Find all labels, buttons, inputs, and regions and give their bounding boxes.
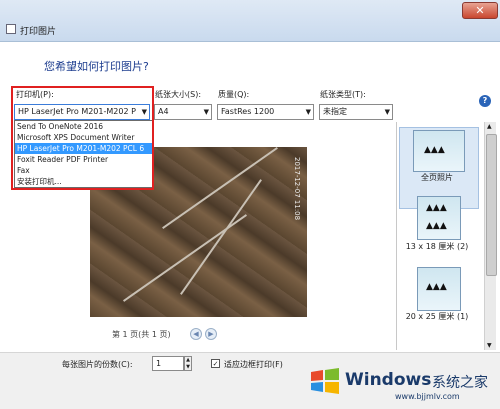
copies-stepper[interactable]: ▲ ▼	[184, 356, 192, 371]
watermark-brand: Windows	[345, 370, 432, 390]
prev-page-button[interactable]: ◀	[190, 328, 202, 340]
paper-size-select[interactable]: A4 ▼	[154, 104, 212, 120]
window-title: 打印图片	[20, 27, 57, 37]
close-button[interactable]: ✕	[462, 2, 498, 19]
watermark-url: www.bjjmlv.com	[395, 392, 460, 401]
paper-type-label: 纸张类型(T):	[320, 90, 366, 99]
thumbnail-label: 20 x 25 厘米 (1)	[405, 312, 469, 321]
thumbnail-13x18[interactable]: ▲▲▲ ▲▲▲	[417, 196, 461, 240]
people-icon: ▲▲▲	[426, 221, 447, 231]
paper-size-label: 纸张大小(S):	[155, 90, 202, 99]
chevron-down-icon: ▼	[305, 108, 311, 116]
help-icon[interactable]: ?	[479, 95, 491, 107]
chevron-down-icon: ▼	[384, 108, 390, 116]
paper-size-value: A4	[158, 107, 169, 116]
thumbnail-label: 全页照片	[421, 173, 453, 182]
page-heading: 您希望如何打印图片?	[44, 60, 149, 73]
window-icon	[6, 24, 16, 34]
scroll-thumb[interactable]	[486, 134, 497, 276]
scroll-down-icon[interactable]: ▼	[487, 342, 492, 349]
quality-select[interactable]: FastRes 1200 ▼	[217, 104, 314, 120]
layout-thumbnail-list: ▲▲▲ 全页照片 ▲▲▲ ▲▲▲ 13 x 18 厘米 (2) ▲▲▲ 20 x…	[396, 122, 492, 350]
people-icon: ▲▲▲	[424, 145, 445, 155]
chevron-down-icon: ▼	[203, 108, 209, 116]
next-page-button[interactable]: ▶	[205, 328, 217, 340]
annotation-highlight-box	[11, 86, 154, 190]
people-icon: ▲▲▲	[426, 282, 447, 292]
watermark-cn: 系统之家	[432, 375, 488, 391]
thumbnail-label: 13 x 18 厘米 (2)	[405, 242, 469, 251]
scroll-up-icon[interactable]: ▲	[487, 123, 492, 130]
thumbnail-scrollbar[interactable]: ▲ ▼	[484, 122, 497, 350]
quality-label: 质量(Q):	[218, 90, 250, 99]
windows-logo-icon	[311, 368, 339, 394]
thumbnail-full-page[interactable]: ▲▲▲	[413, 130, 465, 172]
fit-frame-label: 适应边框打印(F)	[224, 360, 283, 369]
fit-frame-checkbox[interactable]: ✓	[211, 359, 220, 368]
copies-input[interactable]: 1	[152, 356, 184, 371]
people-icon: ▲▲▲	[426, 203, 447, 213]
quality-value: FastRes 1200	[221, 107, 275, 116]
paper-type-select[interactable]: 未指定 ▼	[319, 104, 393, 120]
paper-type-value: 未指定	[323, 107, 347, 116]
title-bar	[0, 0, 500, 42]
copies-label: 每张图片的份数(C):	[62, 360, 133, 369]
page-indicator: 第 1 页(共 1 页)	[112, 330, 171, 339]
photo-date-stamp: 2017-12-07 11:08	[293, 157, 301, 221]
thumbnail-20x25[interactable]: ▲▲▲	[417, 267, 461, 311]
